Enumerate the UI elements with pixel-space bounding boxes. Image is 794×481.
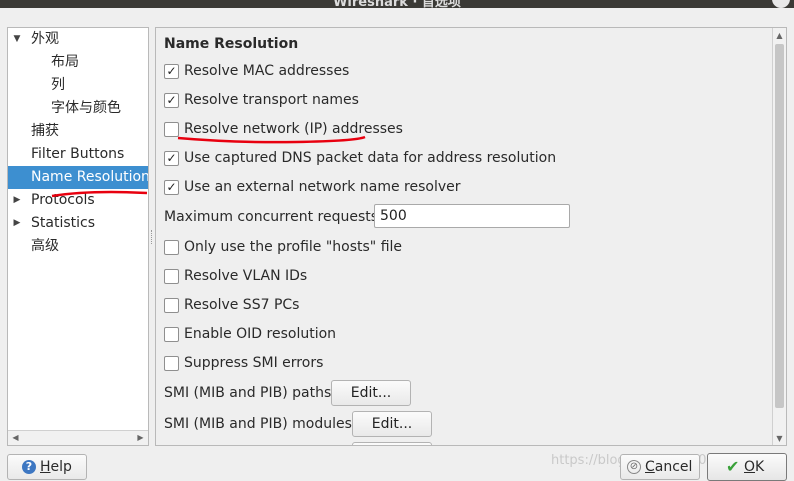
tree-item-statistics[interactable]: ▶ Statistics [8, 212, 148, 235]
tree-item-label: 捕获 [31, 123, 59, 139]
expanded-arrow-icon[interactable]: ▼ [12, 28, 22, 51]
tree-item-advanced[interactable]: 高级 [8, 235, 148, 258]
checkbox-label: Use an external network name resolver [184, 179, 461, 195]
help-label: Help [40, 459, 72, 475]
splitter-handle[interactable] [151, 230, 154, 244]
name-resolution-panel: Name Resolution ✓ Resolve MAC addresses … [155, 27, 787, 446]
tree-item-label: 高级 [31, 238, 59, 254]
checkbox-label: Resolve transport names [184, 92, 359, 108]
scroll-right-icon[interactable]: ▶ [134, 431, 147, 444]
smi-modules-label: SMI (MIB and PIB) modules [164, 416, 352, 432]
smi-paths-edit-button[interactable]: Edit... [331, 380, 411, 406]
checkbox-box[interactable]: ✓ [164, 151, 179, 166]
tree-item-label: Filter Buttons [31, 146, 125, 162]
max-requests-input[interactable] [374, 204, 570, 228]
ok-label: OK [744, 459, 765, 475]
help-button[interactable]: ? Help [7, 454, 87, 480]
smi-modules-edit-button[interactable]: Edit... [352, 411, 432, 437]
help-icon: ? [22, 460, 36, 474]
scroll-down-icon[interactable]: ▼ [773, 432, 786, 445]
checkbox-label: Suppress SMI errors [184, 355, 324, 371]
collapsed-arrow-icon[interactable]: ▶ [12, 212, 22, 235]
checkbox-label: Only use the profile "hosts" file [184, 239, 403, 255]
cancel-icon: ⊘ [627, 460, 641, 474]
tree-item-filter-buttons[interactable]: Filter Buttons [8, 143, 148, 166]
scroll-up-icon[interactable]: ▲ [773, 29, 786, 42]
title-bar: Wireshark · 首选项 [0, 0, 794, 8]
checkbox-box[interactable]: ✓ [164, 64, 179, 79]
content-vertical-scrollbar[interactable]: ▲ ▼ [772, 28, 786, 445]
checkbox-box[interactable] [164, 327, 179, 342]
checkbox-label: Resolve MAC addresses [184, 63, 350, 79]
tree-item-label: Name Resolution [31, 169, 149, 185]
checkbox-box[interactable] [164, 356, 179, 371]
checkbox-label: Resolve network (IP) addresses [184, 121, 403, 137]
tree-item-appearance[interactable]: ▼ 外观 [8, 28, 148, 51]
cancel-button[interactable]: ⊘ Cancel [620, 454, 700, 480]
cancel-label: Cancel [645, 459, 693, 475]
ok-button[interactable]: ✔ OK [707, 453, 787, 481]
tree-horizontal-scrollbar[interactable]: ◀ ▶ [8, 430, 148, 445]
tree-item-label: 字体与颜色 [51, 100, 121, 116]
checkbox-label: Use captured DNS packet data for address… [184, 150, 557, 166]
checkbox-box[interactable] [164, 240, 179, 255]
tree-item-label: Protocols [31, 192, 95, 208]
tree-item-label: 布局 [51, 54, 79, 70]
tree-item-label: 列 [51, 77, 65, 93]
tree-item-capture[interactable]: 捕获 [8, 120, 148, 143]
checkbox-label: Resolve SS7 PCs [184, 297, 300, 313]
scroll-left-icon[interactable]: ◀ [9, 431, 22, 444]
checkbox-box[interactable] [164, 122, 179, 137]
tree-item-name-resolution[interactable]: Name Resolution [8, 166, 149, 189]
checkbox-box[interactable]: ✓ [164, 93, 179, 108]
checkbox-box[interactable]: ✓ [164, 180, 179, 195]
checkbox-box[interactable] [164, 298, 179, 313]
tree-item-font-colors[interactable]: 字体与颜色 [8, 97, 148, 120]
scrollbar-thumb[interactable] [775, 44, 784, 408]
checkmark-icon: ✔ [726, 457, 740, 476]
collapsed-arrow-icon[interactable]: ▶ [12, 189, 22, 212]
tree-item-label: 外观 [31, 31, 59, 47]
tree-item-protocols[interactable]: ▶ Protocols [8, 189, 148, 212]
checkbox-label: Enable OID resolution [184, 326, 337, 342]
checkbox-label: Resolve VLAN IDs [184, 268, 308, 284]
smi-paths-label: SMI (MIB and PIB) paths [164, 385, 332, 401]
preferences-tree[interactable]: ▼ 外观 布局 列 字体与颜色 捕获 Filter Buttons Name R… [7, 27, 149, 446]
cut-off-edit-button[interactable] [352, 442, 432, 445]
window-title: Wireshark · 首选项 [333, 0, 461, 8]
max-requests-label: Maximum concurrent requests [164, 209, 379, 225]
checkbox-box[interactable] [164, 269, 179, 284]
tree-item-label: Statistics [31, 215, 95, 231]
section-title: Name Resolution [164, 36, 299, 52]
tree-item-columns[interactable]: 列 [8, 74, 148, 97]
tree-item-layout[interactable]: 布局 [8, 51, 148, 74]
